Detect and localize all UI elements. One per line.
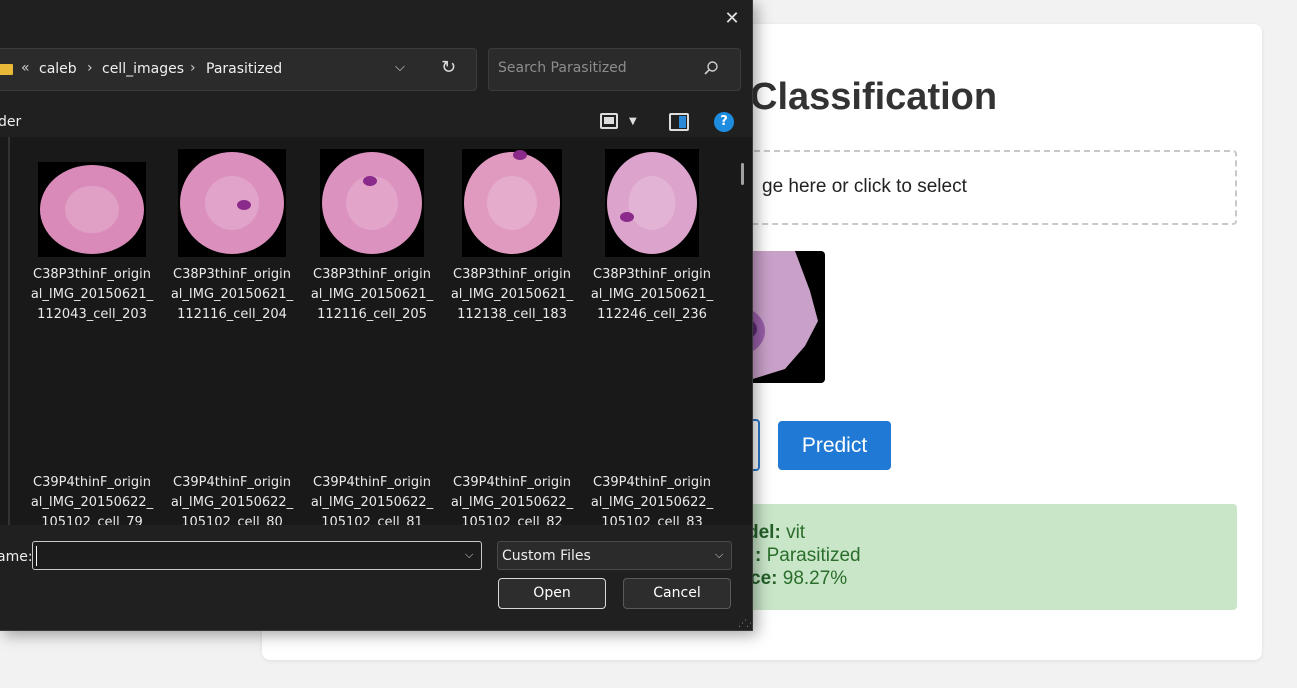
breadcrumb-separator: ›	[87, 60, 93, 76]
new-folder-button[interactable]: der	[0, 114, 21, 130]
file-name: C39P4thinF_original_IMG_20150622_105102_…	[310, 475, 434, 525]
open-button[interactable]: Open	[498, 578, 606, 609]
result-prediction-value: Parasitized	[766, 545, 861, 566]
file-name: C38P3thinF_original_IMG_20150621_112138_…	[450, 267, 574, 322]
file-list: C38P3thinF_original_IMG_20150621_112043_…	[0, 137, 752, 525]
dialog-footer: ame: ⌵ Custom Files ⌵ Open Cancel ⋰⋰	[0, 525, 752, 630]
file-item[interactable]: C39P4thinF_original_IMG_20150622_105102_…	[590, 345, 714, 525]
cell-image	[464, 150, 560, 254]
file-item[interactable]: C39P4thinF_original_IMG_20150622_105102_…	[30, 345, 154, 525]
result-prediction-label: :	[755, 545, 762, 566]
result-prediction: : Parasitized	[755, 545, 861, 567]
cell-image	[180, 152, 284, 254]
file-name: C39P4thinF_original_IMG_20150622_105102_…	[170, 475, 294, 525]
chevron-down-icon[interactable]: ⌵	[395, 60, 405, 75]
filename-field[interactable]: ⌵	[32, 541, 482, 570]
result-confidence-label: ce:	[750, 568, 778, 589]
search-box[interactable]	[488, 48, 741, 91]
file-item[interactable]: C38P3thinF_original_IMG_20150621_112116_…	[170, 137, 294, 337]
result-panel: del: vit : Parasitized ce: 98.27%	[700, 504, 1237, 610]
help-icon[interactable]: ?	[714, 112, 734, 132]
cancel-button[interactable]: Cancel	[623, 578, 731, 609]
refresh-icon[interactable]: ↻	[441, 57, 456, 78]
result-confidence: ce: 98.27%	[750, 568, 847, 590]
chevron-down-icon[interactable]: ⌵	[465, 548, 473, 562]
file-name: C38P3thinF_original_IMG_20150621_112116_…	[170, 267, 294, 322]
file-name: C38P3thinF_original_IMG_20150621_112246_…	[590, 267, 714, 322]
file-item[interactable]: C38P3thinF_original_IMG_20150621_112116_…	[310, 137, 434, 337]
file-thumbnail	[178, 149, 286, 257]
file-name: C38P3thinF_original_IMG_20150621_112043_…	[30, 267, 154, 322]
resize-grip-icon[interactable]: ⋰⋰	[738, 619, 752, 629]
cell-image	[607, 152, 697, 254]
view-mode-icon[interactable]	[600, 113, 618, 129]
file-type-select[interactable]: Custom Files ⌵	[497, 541, 732, 570]
file-name: C39P4thinF_original_IMG_20150622_105102_…	[30, 475, 154, 525]
preview-pane-icon[interactable]	[669, 113, 689, 131]
dropzone-text: ge here or click to select	[762, 176, 967, 197]
file-item[interactable]: C38P3thinF_original_IMG_20150621_112246_…	[590, 137, 714, 337]
file-thumbnail	[605, 149, 699, 257]
file-thumbnail	[38, 162, 146, 257]
predict-button[interactable]: Predict	[778, 421, 891, 470]
search-input[interactable]	[498, 60, 698, 76]
close-icon[interactable]: ✕	[720, 7, 744, 31]
file-name: C38P3thinF_original_IMG_20150621_112116_…	[310, 267, 434, 322]
nav-pane-divider[interactable]	[8, 137, 10, 525]
chevron-down-icon: ⌵	[715, 548, 724, 561]
cell-image	[322, 152, 422, 254]
file-item[interactable]: C39P4thinF_original_IMG_20150622_105102_…	[170, 345, 294, 525]
search-icon[interactable]	[703, 60, 719, 76]
file-item[interactable]: C38P3thinF_original_IMG_20150621_112138_…	[450, 137, 574, 337]
image-dropzone[interactable]: ge here or click to select	[700, 150, 1237, 225]
file-thumbnail	[462, 149, 562, 257]
breadcrumb-overflow[interactable]: «	[21, 60, 30, 76]
file-thumbnail	[320, 149, 424, 257]
folder-icon	[0, 64, 13, 75]
file-name: C39P4thinF_original_IMG_20150622_105102_…	[590, 475, 714, 525]
file-type-value: Custom Files	[502, 548, 591, 564]
breadcrumb-cell-images[interactable]: cell_images	[102, 61, 184, 77]
filename-label: ame:	[0, 549, 33, 565]
file-name: C39P4thinF_original_IMG_20150622_105102_…	[450, 475, 574, 525]
breadcrumb-parasitized[interactable]: Parasitized	[206, 61, 282, 77]
address-bar[interactable]: « caleb › cell_images › Parasitized ⌵ ↻	[0, 48, 477, 91]
result-model: del: vit	[747, 522, 805, 544]
file-item[interactable]: C39P4thinF_original_IMG_20150622_105102_…	[310, 345, 434, 525]
file-item[interactable]: C39P4thinF_original_IMG_20150622_105102_…	[450, 345, 574, 525]
filename-input[interactable]	[36, 546, 456, 566]
cell-image	[40, 165, 144, 254]
result-confidence-value: 98.27%	[782, 568, 848, 589]
breadcrumb-caleb[interactable]: caleb	[39, 61, 77, 77]
result-model-value: vit	[786, 522, 806, 543]
scrollbar-thumb[interactable]	[741, 163, 744, 185]
view-options-chevron-icon[interactable]: ▼	[629, 116, 637, 127]
file-item[interactable]: C38P3thinF_original_IMG_20150621_112043_…	[30, 137, 154, 337]
breadcrumb-separator: ›	[190, 60, 196, 76]
file-open-dialog: ✕ « caleb › cell_images › Parasitized ⌵ …	[0, 0, 753, 631]
page-title: Classification	[750, 76, 998, 118]
